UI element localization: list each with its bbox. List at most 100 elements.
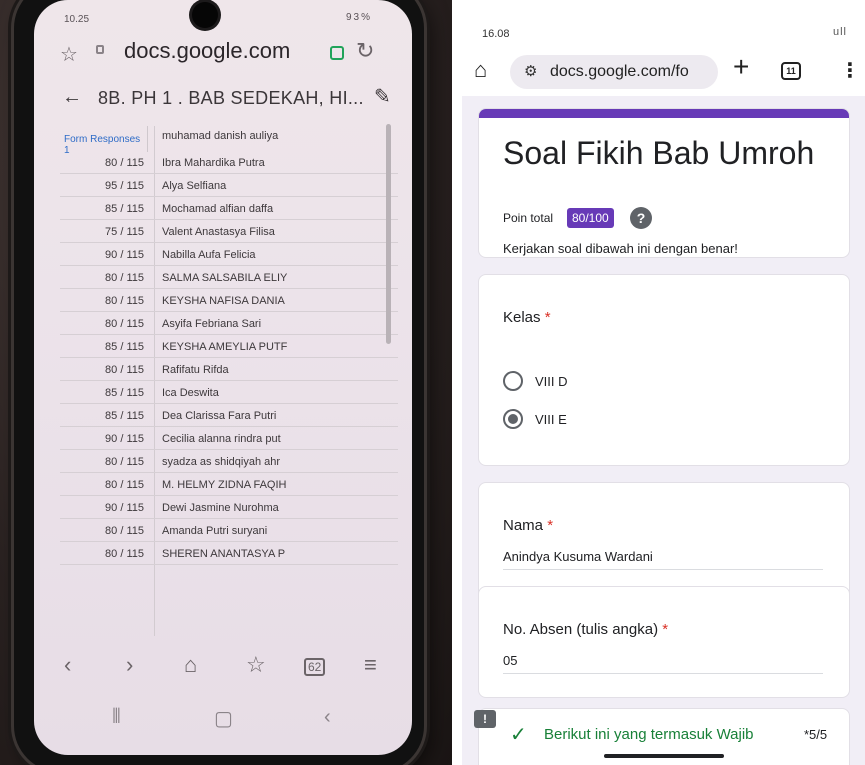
table-row[interactable]: 90 / 115 Dewi Jasmine Nurohma [60, 497, 398, 519]
radio-viii-e[interactable] [503, 409, 523, 429]
total-score-badge: 80/100 [567, 208, 614, 228]
name-cell: Cecilia alanna rindra put [162, 433, 281, 445]
table-row[interactable]: 95 / 115 Alya Selfiana [60, 175, 398, 197]
site-settings-icon[interactable]: ⚙ [524, 62, 537, 80]
poin-total-label: Poin total [503, 211, 554, 225]
recent-apps-icon[interactable]: ⦀ [112, 706, 121, 729]
nav-back-icon[interactable]: ‹ [64, 652, 71, 678]
phone-url-text[interactable]: docs.google.com [124, 38, 290, 64]
nav-home-icon[interactable]: ⌂ [184, 652, 197, 678]
gesture-bar [604, 754, 724, 758]
spreadsheet: Form Responses 1 muhamad danish auliya 8… [60, 126, 398, 636]
home-icon[interactable]: ⌂ [474, 57, 487, 83]
phone-status-icons: 93% [345, 12, 372, 23]
absen-answer[interactable]: 05 [503, 653, 517, 668]
table-row[interactable]: 85 / 115 Mochamad alfian daffa [60, 198, 398, 220]
table-row[interactable]: 90 / 115 Nabilla Aufa Felicia [60, 244, 398, 266]
name-cell: M. HELMY ZIDNA FAQIH [162, 479, 287, 491]
table-row[interactable]: 80 / 115 Rafifatu Rifda [60, 359, 398, 381]
new-tab-icon[interactable]: + [733, 51, 749, 83]
edit-pencil-icon[interactable]: ✎ [374, 84, 391, 109]
phone-photo: 10.25 93% ☆ docs.google.com ↻ ← 8B. PH 1… [0, 0, 452, 765]
score-cell: 85 / 115 [105, 387, 144, 399]
nav-tabs-icon[interactable]: 62 [304, 658, 326, 676]
name-cell: Ica Deswita [162, 387, 219, 399]
table-row[interactable]: 80 / 115 SHEREN ANANTASYA P [60, 543, 398, 565]
accent-bar [479, 109, 849, 118]
table-row[interactable]: 80 / 115 M. HELMY ZIDNA FAQIH [60, 474, 398, 496]
table-row[interactable]: 80 / 115 Ibra Mahardika Putra [60, 152, 398, 174]
name-cell: Amanda Putri suryani [162, 525, 268, 537]
wajib-score: *5/5 [804, 727, 828, 742]
option-label-viii-d: VIII D [535, 374, 568, 389]
name-cell: Alya Selfiana [162, 180, 227, 192]
name-cell: SHEREN ANANTASYA P [162, 548, 286, 560]
form-screenshot: 16.08 ull ⌂ ⚙ docs.google.com/fo + 11 ⋮ … [462, 20, 865, 765]
answer-underline [503, 569, 823, 570]
signal-battery-icon: ull [832, 26, 847, 38]
nav-bookmarks-icon[interactable]: ☆ [246, 652, 266, 678]
tab-switcher-button[interactable]: 11 [781, 62, 801, 80]
nav-menu-icon[interactable]: ≡ [364, 652, 377, 678]
name-cell: SALMA SALSABILA ELIY [162, 272, 288, 284]
table-row[interactable]: 85 / 115 KEYSHA AMEYLIA PUTF [60, 336, 398, 358]
phone-url-bar: ☆ docs.google.com ↻ [34, 34, 412, 74]
required-marker: * [547, 517, 554, 534]
score-cell: 90 / 115 [105, 433, 144, 445]
url-bar[interactable]: ⚙ docs.google.com/fo [510, 55, 718, 89]
score-cell: 80 / 115 [105, 295, 144, 307]
bookmark-star-icon[interactable]: ☆ [60, 42, 78, 67]
table-row[interactable]: 80 / 115 SALMA SALSABILA ELIY [60, 267, 398, 289]
more-menu-icon[interactable]: ⋮ [840, 58, 860, 83]
answer-underline [503, 673, 823, 674]
name-cell: Mochamad alfian daffa [162, 203, 274, 215]
help-icon[interactable]: ? [630, 207, 652, 229]
checkmark-icon: ✓ [510, 724, 527, 746]
score-cell: 90 / 115 [105, 502, 144, 514]
table-row[interactable]: 75 / 115 Valent Anastasya Filisa [60, 221, 398, 243]
wajib-question-text: Berikut ini yang termasuk Wajib [544, 726, 754, 743]
radio-viii-d[interactable] [503, 371, 523, 391]
table-row[interactable]: 80 / 115 syadza as shidqiyah ahr [60, 451, 398, 473]
system-nav-bar: ⦀ ▢ ‹ [34, 700, 412, 740]
name-cell: KEYSHA AMEYLIA PUTF [162, 341, 288, 353]
back-arrow-icon[interactable]: ← [62, 86, 82, 109]
doc-title: 8B. PH 1 . BAB SEDEKAH, HI... [98, 88, 364, 108]
score-cell: 85 / 115 [105, 203, 144, 215]
question-label: Kelas * [503, 309, 551, 326]
table-row[interactable]: 85 / 115 Dea Clarissa Fara Putri [60, 405, 398, 427]
score-cell: 95 / 115 [105, 180, 144, 192]
name-cell: Valent Anastasya Filisa [162, 226, 275, 238]
name-cell: Dewi Jasmine Nurohma [162, 502, 279, 514]
score-cell: 80 / 115 [105, 456, 144, 468]
name-cell: KEYSHA NAFISA DANIA [162, 295, 285, 307]
system-back-icon[interactable]: ‹ [324, 706, 331, 729]
score-cell: 90 / 115 [105, 249, 144, 261]
table-row[interactable]: 80 / 115 KEYSHA NAFISA DANIA [60, 290, 398, 312]
nama-answer[interactable]: Anindya Kusuma Wardani [503, 549, 653, 564]
option-label-viii-e: VIII E [535, 412, 567, 427]
sheet-tab-form-responses[interactable]: Form Responses 1 [60, 126, 148, 156]
phone-status-time: 10.25 [64, 14, 90, 25]
table-row[interactable]: 85 / 115 Ica Deswita [60, 382, 398, 404]
score-cell: 85 / 115 [105, 410, 144, 422]
question-nama: Nama * Anindya Kusuma Wardani [478, 482, 850, 600]
feedback-icon[interactable]: ! [474, 710, 496, 728]
tab-icon[interactable] [330, 46, 344, 60]
name-cell: syadza as shidqiyah ahr [162, 456, 281, 468]
table-row[interactable]: 90 / 115 Cecilia alanna rindra put [60, 428, 398, 450]
home-button-icon[interactable]: ▢ [214, 706, 233, 731]
table-row[interactable]: 80 / 115 Asyifa Febriana Sari [60, 313, 398, 335]
phone-body: 10.25 93% ☆ docs.google.com ↻ ← 8B. PH 1… [14, 0, 424, 765]
sheet-scrollbar[interactable] [386, 124, 391, 344]
score-cell: 75 / 115 [105, 226, 144, 238]
required-marker: * [544, 309, 551, 326]
browser-toolbar: ⌂ ⚙ docs.google.com/fo + 11 ⋮ [462, 46, 865, 96]
url-text: docs.google.com/fo [550, 63, 689, 80]
front-camera [192, 2, 218, 28]
question-label: Nama * [503, 517, 553, 534]
score-cell: 85 / 115 [105, 341, 144, 353]
table-row[interactable]: 80 / 115 Amanda Putri suryani [60, 520, 398, 542]
nav-forward-icon[interactable]: › [126, 652, 133, 678]
reload-icon[interactable]: ↻ [356, 38, 374, 64]
